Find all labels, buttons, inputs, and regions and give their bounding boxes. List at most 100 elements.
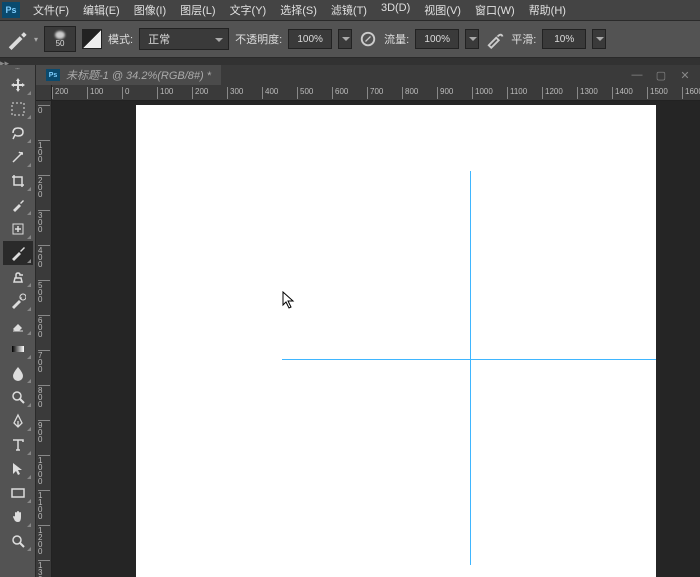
ruler-tick: 0 — [38, 105, 50, 114]
work-area: 2001000100200300400500600700800900100011… — [36, 85, 700, 577]
move-tool[interactable] — [3, 73, 33, 97]
smoothing-input[interactable]: 10% — [542, 29, 586, 49]
ruler-tick: 300 — [227, 87, 243, 99]
opacity-label: 不透明度: — [235, 31, 282, 47]
ruler-tick: 1100 — [507, 87, 527, 99]
healing-brush-tool[interactable] — [3, 217, 33, 241]
ruler-tick: 1500 — [647, 87, 668, 99]
grip-icon[interactable]: ┅ — [0, 65, 35, 73]
menu-item[interactable]: 图像(I) — [127, 0, 173, 21]
brush-preset-picker[interactable]: 50 — [44, 26, 76, 52]
menu-bar: Ps 文件(F)编辑(E)图像(I)图层(L)文字(Y)选择(S)滤镜(T)3D… — [0, 0, 700, 20]
lasso-tool[interactable] — [3, 121, 33, 145]
ruler-tick: 1300 — [577, 87, 598, 99]
canvas[interactable] — [136, 105, 656, 577]
menu-item[interactable]: 窗口(W) — [468, 0, 522, 21]
ruler-origin[interactable] — [36, 85, 52, 101]
toggle-panel-icon[interactable] — [82, 29, 102, 49]
menu-item[interactable]: 文字(Y) — [223, 0, 274, 21]
history-brush-tool[interactable] — [3, 289, 33, 313]
blend-mode-value: 正常 — [148, 31, 170, 47]
ruler-tick: 800 — [38, 385, 50, 408]
vertical-ruler[interactable]: 0100200300400500600700800900100011001200… — [36, 101, 52, 577]
smoothing-label: 平滑: — [511, 31, 536, 47]
ruler-tick: 1400 — [612, 87, 633, 99]
ruler-tick: 100 — [87, 87, 103, 99]
window-controls: — ▢ ✕ — [630, 65, 700, 85]
rectangle-tool[interactable] — [3, 481, 33, 505]
brush-tool-icon[interactable] — [6, 28, 28, 50]
ruler-tick: 100 — [157, 87, 173, 99]
dodge-tool[interactable] — [3, 385, 33, 409]
ruler-tick: 900 — [437, 87, 453, 99]
ruler-tick: 300 — [38, 210, 50, 233]
gradient-tool[interactable] — [3, 337, 33, 361]
menu-item[interactable]: 图层(L) — [173, 0, 222, 21]
minimize-icon[interactable]: — — [630, 68, 644, 82]
smoothing-dropdown-icon[interactable] — [592, 29, 606, 49]
ruler-tick: 1000 — [38, 455, 50, 485]
app-logo-icon: Ps — [2, 2, 20, 18]
path-selection-tool[interactable] — [3, 457, 33, 481]
mode-label: 模式: — [108, 31, 133, 47]
menu-item[interactable]: 滤镜(T) — [324, 0, 374, 21]
ruler-tick: 1000 — [472, 87, 493, 99]
menu-item[interactable]: 文件(F) — [26, 0, 76, 21]
menu-item[interactable]: 编辑(E) — [76, 0, 127, 21]
eyedropper-tool[interactable] — [3, 193, 33, 217]
hand-tool[interactable] — [3, 505, 33, 529]
ruler-tick: 600 — [38, 315, 50, 338]
ruler-tick: 400 — [38, 245, 50, 268]
zoom-tool[interactable] — [3, 529, 33, 553]
ruler-tick: 800 — [402, 87, 418, 99]
canvas-viewport[interactable] — [52, 101, 700, 577]
type-tool[interactable] — [3, 433, 33, 457]
ruler-tick: 700 — [38, 350, 50, 373]
airbrush-icon[interactable] — [485, 29, 505, 49]
opacity-input[interactable]: 100% — [288, 29, 332, 49]
flow-input[interactable]: 100% — [415, 29, 459, 49]
horizontal-guide[interactable] — [282, 359, 656, 360]
ruler-tick: 200 — [192, 87, 208, 99]
menu-item[interactable]: 视图(V) — [417, 0, 468, 21]
ruler-tick: 200 — [38, 175, 50, 198]
document-tab-title: 未标题-1 @ 34.2%(RGB/8#) * — [66, 67, 211, 83]
flow-dropdown-icon[interactable] — [465, 29, 479, 49]
ruler-tick: 200 — [52, 87, 68, 99]
clone-stamp-tool[interactable] — [3, 265, 33, 289]
brush-tool[interactable] — [3, 241, 33, 265]
document-tab-strip: Ps 未标题-1 @ 34.2%(RGB/8#) * — ▢ ✕ — [36, 65, 700, 85]
brush-size-label: 50 — [56, 39, 65, 48]
ruler-tick: 1200 — [38, 525, 50, 555]
menu-item[interactable]: 3D(D) — [374, 0, 417, 21]
eraser-tool[interactable] — [3, 313, 33, 337]
close-icon[interactable]: ✕ — [678, 68, 692, 82]
ruler-tick: 500 — [297, 87, 313, 99]
ruler-tick: 1600 — [682, 87, 700, 99]
crop-tool[interactable] — [3, 169, 33, 193]
blend-mode-dropdown[interactable]: 正常 — [139, 28, 229, 50]
maximize-icon[interactable]: ▢ — [654, 68, 668, 82]
blur-tool[interactable] — [3, 361, 33, 385]
menu-item[interactable]: 选择(S) — [273, 0, 324, 21]
vertical-guide[interactable] — [470, 171, 471, 565]
ruler-tick: 600 — [332, 87, 348, 99]
ruler-tick: 900 — [38, 420, 50, 443]
magic-wand-tool[interactable] — [3, 145, 33, 169]
ruler-tick: 700 — [367, 87, 383, 99]
pressure-opacity-icon[interactable] — [358, 29, 378, 49]
pen-tool[interactable] — [3, 409, 33, 433]
marquee-tool[interactable] — [3, 97, 33, 121]
opacity-dropdown-icon[interactable] — [338, 29, 352, 49]
menu-item[interactable]: 帮助(H) — [522, 0, 573, 21]
ruler-tick: 1300 — [38, 560, 50, 577]
ruler-tick: 100 — [38, 140, 50, 163]
horizontal-ruler[interactable]: 2001000100200300400500600700800900100011… — [52, 85, 700, 101]
ruler-tick: 1100 — [38, 490, 50, 520]
ruler-tick: 400 — [262, 87, 278, 99]
toolbox: ┅ — [0, 65, 36, 577]
document-tab[interactable]: Ps 未标题-1 @ 34.2%(RGB/8#) * — [36, 65, 221, 85]
flow-label: 流量: — [384, 31, 409, 47]
chevron-down-icon[interactable]: ▾ — [34, 35, 38, 44]
ruler-tick: 0 — [122, 87, 129, 99]
